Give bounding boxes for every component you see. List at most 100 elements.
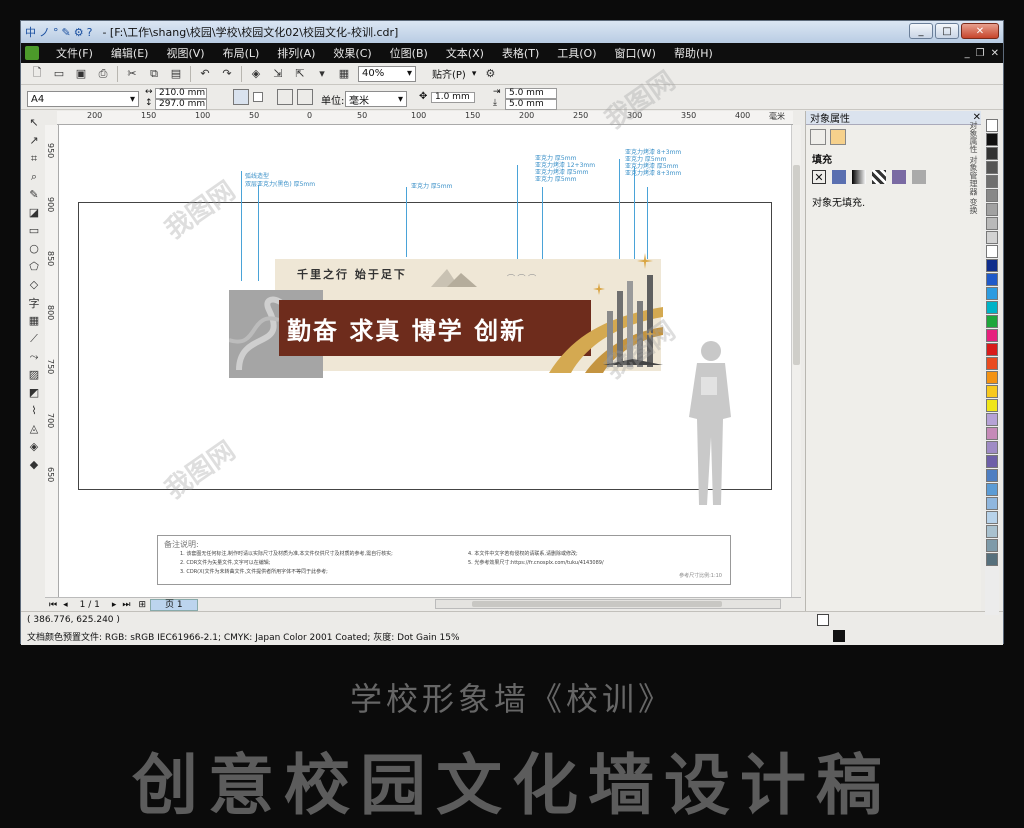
palette-swatch[interactable] — [986, 287, 998, 300]
import-icon[interactable]: ⇲ — [270, 66, 286, 82]
doc-minimize-icon[interactable]: _ — [965, 48, 970, 59]
doc-restore-icon[interactable]: ❐ — [976, 48, 985, 59]
outline-pen-icon[interactable]: ◬ — [25, 420, 43, 437]
options-icon[interactable]: ⚙ — [482, 66, 498, 82]
palette-swatch[interactable] — [986, 385, 998, 398]
first-page-icon[interactable]: ⏮ — [49, 600, 57, 610]
menu-tools[interactable]: 工具(O) — [548, 45, 605, 61]
pick-tool-icon[interactable]: ↖ — [25, 114, 43, 131]
ime-chinese-icon[interactable]: 中 — [25, 24, 36, 40]
horizontal-scrollbar[interactable] — [435, 599, 781, 609]
zoom-tool-icon[interactable]: ⌕ — [25, 168, 43, 185]
no-fill-icon[interactable]: ✕ — [812, 170, 826, 184]
ime-help-icon[interactable]: ? — [87, 26, 93, 39]
fill-tool-icon[interactable]: ◈ — [25, 438, 43, 455]
search-content-icon[interactable]: ◈ — [248, 66, 264, 82]
app-logo-icon[interactable] — [25, 46, 39, 60]
palette-swatch[interactable] — [986, 175, 998, 188]
palette-swatch[interactable] — [986, 357, 998, 370]
welcome-icon[interactable]: ▦ — [336, 66, 352, 82]
minimize-button[interactable]: _ — [909, 23, 933, 39]
menu-table[interactable]: 表格(T) — [493, 45, 548, 61]
palette-swatch[interactable] — [986, 483, 998, 496]
palette-swatch[interactable] — [986, 259, 998, 272]
palette-swatch[interactable] — [986, 441, 998, 454]
ellipse-tool-icon[interactable]: ○ — [25, 240, 43, 257]
ime-settings-icon[interactable]: ⚙ — [74, 26, 84, 39]
palette-swatch[interactable] — [986, 539, 998, 552]
palette-swatch[interactable] — [986, 301, 998, 314]
new-doc-icon[interactable]: 🗋 — [29, 66, 45, 82]
outline-indicator-icon[interactable] — [833, 630, 845, 642]
palette-swatch[interactable] — [986, 455, 998, 468]
palette-swatch[interactable] — [986, 511, 998, 524]
ime-punct-icon[interactable]: ° — [53, 26, 59, 39]
fill-indicator-icon[interactable] — [817, 614, 829, 626]
palette-swatch[interactable] — [986, 553, 998, 566]
texture-fill-icon[interactable] — [892, 170, 906, 184]
last-page-icon[interactable]: ⏭ — [122, 600, 130, 610]
drawing-canvas[interactable]: 弧线造型 双层亚克力(黑色) 厚5mm 亚克力 厚5mm 亚克力 厚5mm 亚克… — [59, 125, 791, 597]
palette-swatch[interactable] — [986, 399, 998, 412]
unit-select[interactable]: 毫米 ▾ — [345, 91, 407, 107]
dimension-tool-icon[interactable]: ⟋ — [25, 330, 43, 347]
postscript-fill-icon[interactable] — [912, 170, 926, 184]
undo-icon[interactable]: ↶ — [197, 66, 213, 82]
menu-arrange[interactable]: 排列(A) — [268, 45, 324, 61]
add-page-icon[interactable]: ⊞ — [139, 600, 147, 610]
menu-window[interactable]: 窗口(W) — [606, 45, 665, 61]
palette-swatch[interactable] — [986, 469, 998, 482]
rectangle-tool-icon[interactable]: ▭ — [25, 222, 43, 239]
save-icon[interactable]: ▣ — [73, 66, 89, 82]
menu-help[interactable]: 帮助(H) — [665, 45, 722, 61]
maximize-button[interactable]: □ — [935, 23, 959, 39]
color-profile-info[interactable]: 文档颜色预置文件: RGB: sRGB IEC61966-2.1; CMYK: … — [27, 630, 460, 643]
menu-text[interactable]: 文本(X) — [437, 45, 493, 61]
palette-swatch[interactable] — [986, 161, 998, 174]
palette-swatch[interactable] — [986, 273, 998, 286]
ime-toolbar[interactable]: 中 ノ ° ✎ ⚙ ? — [21, 23, 96, 41]
export-icon[interactable]: ⇱ — [292, 66, 308, 82]
palette-swatch[interactable] — [986, 371, 998, 384]
shape-tool-icon[interactable]: ↗ — [25, 132, 43, 149]
all-pages-icon[interactable] — [277, 89, 293, 105]
vertical-ruler[interactable]: 950 900 850 800 750 700 650 — [45, 125, 59, 597]
paste-icon[interactable]: ▤ — [168, 66, 184, 82]
current-page-icon[interactable] — [297, 89, 313, 105]
palette-swatch[interactable] — [986, 133, 998, 146]
ime-pen-icon[interactable]: ✎ — [62, 26, 71, 39]
palette-swatch[interactable] — [986, 413, 998, 426]
palette-swatch[interactable] — [986, 525, 998, 538]
palette-swatch[interactable] — [986, 231, 998, 244]
snap-to-dropdown[interactable]: 贴齐(P) — [432, 66, 466, 81]
cut-icon[interactable]: ✂ — [124, 66, 140, 82]
uniform-fill-icon[interactable] — [832, 170, 846, 184]
menu-bitmaps[interactable]: 位图(B) — [381, 45, 437, 61]
portrait-icon[interactable] — [233, 89, 249, 105]
landscape-icon[interactable] — [253, 92, 263, 102]
blend-tool-icon[interactable]: ▨ — [25, 366, 43, 383]
horizontal-ruler[interactable]: 200 150 100 50 0 50 100 150 200 250 300 … — [57, 111, 793, 125]
palette-swatch[interactable] — [986, 343, 998, 356]
menu-edit[interactable]: 编辑(E) — [102, 45, 158, 61]
close-button[interactable]: ✕ — [961, 23, 999, 39]
duplicate-y-field[interactable]: 5.0 mm — [505, 99, 557, 110]
page-size-select[interactable]: A4 ▾ — [27, 91, 139, 107]
hscroll-thumb[interactable] — [472, 601, 722, 607]
polygon-tool-icon[interactable]: ⬠ — [25, 258, 43, 275]
fill-tab-icon[interactable] — [830, 129, 846, 145]
crop-tool-icon[interactable]: ⌗ — [25, 150, 43, 167]
palette-swatch[interactable] — [986, 315, 998, 328]
connector-tool-icon[interactable]: ⤳ — [25, 348, 43, 365]
eyedropper-icon[interactable]: ⌇ — [25, 402, 43, 419]
ime-moon-icon[interactable]: ノ — [39, 24, 50, 40]
snap-chevron-icon[interactable]: ▾ — [472, 69, 477, 79]
smart-fill-icon[interactable]: ◪ — [25, 204, 43, 221]
doc-close-icon[interactable]: ✕ — [991, 48, 999, 59]
menu-effects[interactable]: 效果(C) — [324, 45, 380, 61]
text-tool-icon[interactable]: 字 — [25, 294, 43, 311]
nudge-distance-field[interactable]: 1.0 mm — [431, 92, 475, 103]
no-color-swatch[interactable] — [986, 119, 998, 132]
menu-view[interactable]: 视图(V) — [157, 45, 213, 61]
palette-swatch[interactable] — [986, 147, 998, 160]
